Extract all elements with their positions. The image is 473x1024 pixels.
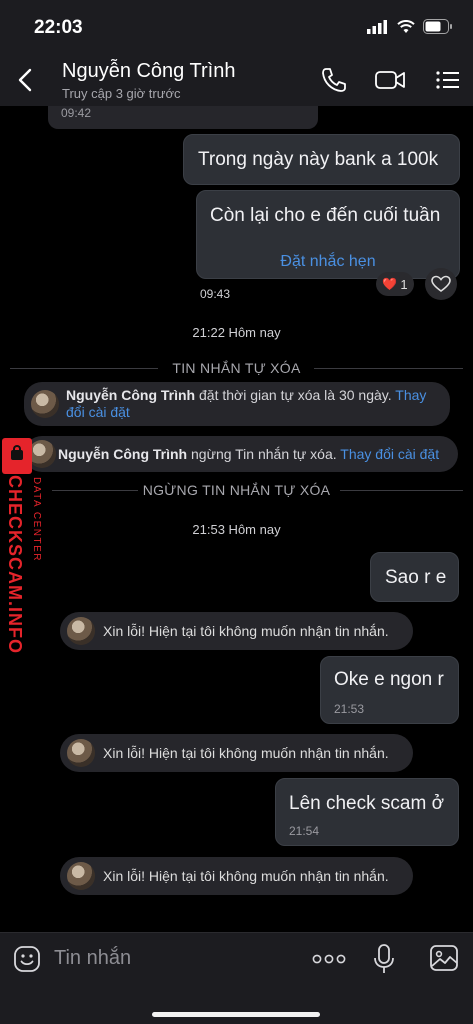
sticker-icon[interactable] [13, 945, 41, 973]
status-bar: 22:03 [0, 0, 473, 54]
sent-message[interactable]: Còn lại cho e đến cuối tuần Đặt nhắc hẹn [196, 190, 460, 279]
previous-message-bubble[interactable]: 09:42 [48, 106, 318, 129]
system-sender: Nguyễn Công Trình [58, 446, 188, 462]
system-text: đặt thời gian tự xóa là 30 ngày. [195, 387, 396, 403]
status-time: 22:03 [34, 17, 83, 38]
watermark-lock-icon [2, 438, 32, 474]
menu-list-icon[interactable] [434, 66, 462, 94]
contact-name[interactable]: Nguyễn Công Trình [62, 60, 235, 83]
message-text: Lên check scam ở [289, 793, 445, 814]
video-call-icon[interactable] [374, 66, 406, 94]
auto-reply-text: Xin lỗi! Hiện tại tôi không muốn nhận ti… [103, 745, 389, 761]
message-text: Còn lại cho e đến cuối tuần [210, 205, 441, 226]
sent-message[interactable]: Oke e ngon r 21:53 [320, 656, 459, 724]
microphone-icon[interactable] [372, 943, 396, 975]
auto-reply-text: Xin lỗi! Hiện tại tôi không muốn nhận ti… [103, 623, 389, 639]
system-text: ngừng Tin nhắn tự xóa. [187, 446, 341, 462]
message-time: 21:53 [334, 702, 365, 716]
message-text: Oke e ngon r [334, 669, 444, 690]
divider-label: NGỪNG TIN NHẮN TỰ XÓA [142, 482, 331, 498]
reaction-badge[interactable]: ❤️ 1 [376, 272, 414, 296]
auto-delete-divider: TIN NHẮN TỰ XÓA [10, 360, 463, 376]
avatar[interactable] [67, 862, 95, 890]
chat-header: Nguyễn Công Trình Truy cập 3 giờ trước [0, 54, 473, 106]
stop-auto-delete-divider: NGỪNG TIN NHẮN TỰ XÓA [10, 482, 463, 498]
message-text: Trong ngày này bank a 100k [198, 149, 439, 170]
phone-call-icon[interactable] [320, 66, 348, 94]
sent-message[interactable]: Sao r e [370, 552, 459, 602]
auto-reply-message[interactable]: Xin lỗi! Hiện tại tôi không muốn nhận ti… [60, 857, 413, 895]
watermark-sub: DATA CENTER [31, 477, 42, 563]
message-text: Sao r e [385, 567, 447, 588]
watermark: CHECKSCAM.INFO DATA CENTER [0, 436, 48, 666]
message-time: 09:42 [61, 106, 92, 120]
chat-area[interactable]: 09:42 Trong ngày này bank a 100k Còn lại… [0, 106, 473, 932]
divider-label: TIN NHẮN TỰ XÓA [172, 360, 301, 376]
contact-status: Truy cập 3 giờ trước [62, 86, 181, 101]
heart-reaction-icon: ❤️ [382, 277, 398, 291]
message-input[interactable]: Tin nhắn [54, 947, 131, 970]
cellular-signal-icon [367, 19, 387, 34]
back-arrow-icon[interactable] [14, 66, 38, 94]
set-reminder-link[interactable]: Đặt nhắc hẹn [197, 253, 459, 271]
more-options-icon[interactable] [312, 953, 346, 965]
system-message: Nguyễn Công Trình đặt thời gian tự xóa l… [24, 382, 450, 426]
message-time: 21:54 [289, 824, 320, 838]
auto-reply-message[interactable]: Xin lỗi! Hiện tại tôi không muốn nhận ti… [60, 734, 413, 772]
heart-outline-icon [431, 275, 451, 292]
image-gallery-icon[interactable] [429, 944, 459, 972]
auto-reply-message[interactable]: Xin lỗi! Hiện tại tôi không muốn nhận ti… [60, 612, 413, 650]
avatar[interactable] [31, 390, 59, 418]
date-separator: 21:53 Hôm nay [192, 522, 281, 537]
auto-reply-text: Xin lỗi! Hiện tại tôi không muốn nhận ti… [103, 868, 389, 884]
date-separator: 21:22 Hôm nay [192, 325, 281, 340]
avatar[interactable] [67, 617, 95, 645]
watermark-brand: CHECKSCAM.INFO [5, 475, 25, 654]
avatar[interactable] [67, 739, 95, 767]
wifi-icon [397, 19, 415, 33]
system-sender: Nguyễn Công Trình [66, 387, 196, 403]
sent-message[interactable]: Lên check scam ở 21:54 [275, 778, 459, 846]
message-time: 09:43 [200, 287, 231, 301]
sent-message[interactable]: Trong ngày này bank a 100k [183, 134, 460, 185]
composer-bar: Tin nhắn [0, 932, 473, 1024]
react-button[interactable] [425, 268, 457, 300]
battery-icon [423, 19, 452, 34]
home-indicator[interactable] [152, 1012, 320, 1017]
system-message: Nguyễn Công Trình ngừng Tin nhắn tự xóa.… [24, 436, 458, 472]
reaction-count: 1 [400, 276, 408, 292]
change-settings-link[interactable]: Thay đổi cài đặt [340, 446, 439, 462]
